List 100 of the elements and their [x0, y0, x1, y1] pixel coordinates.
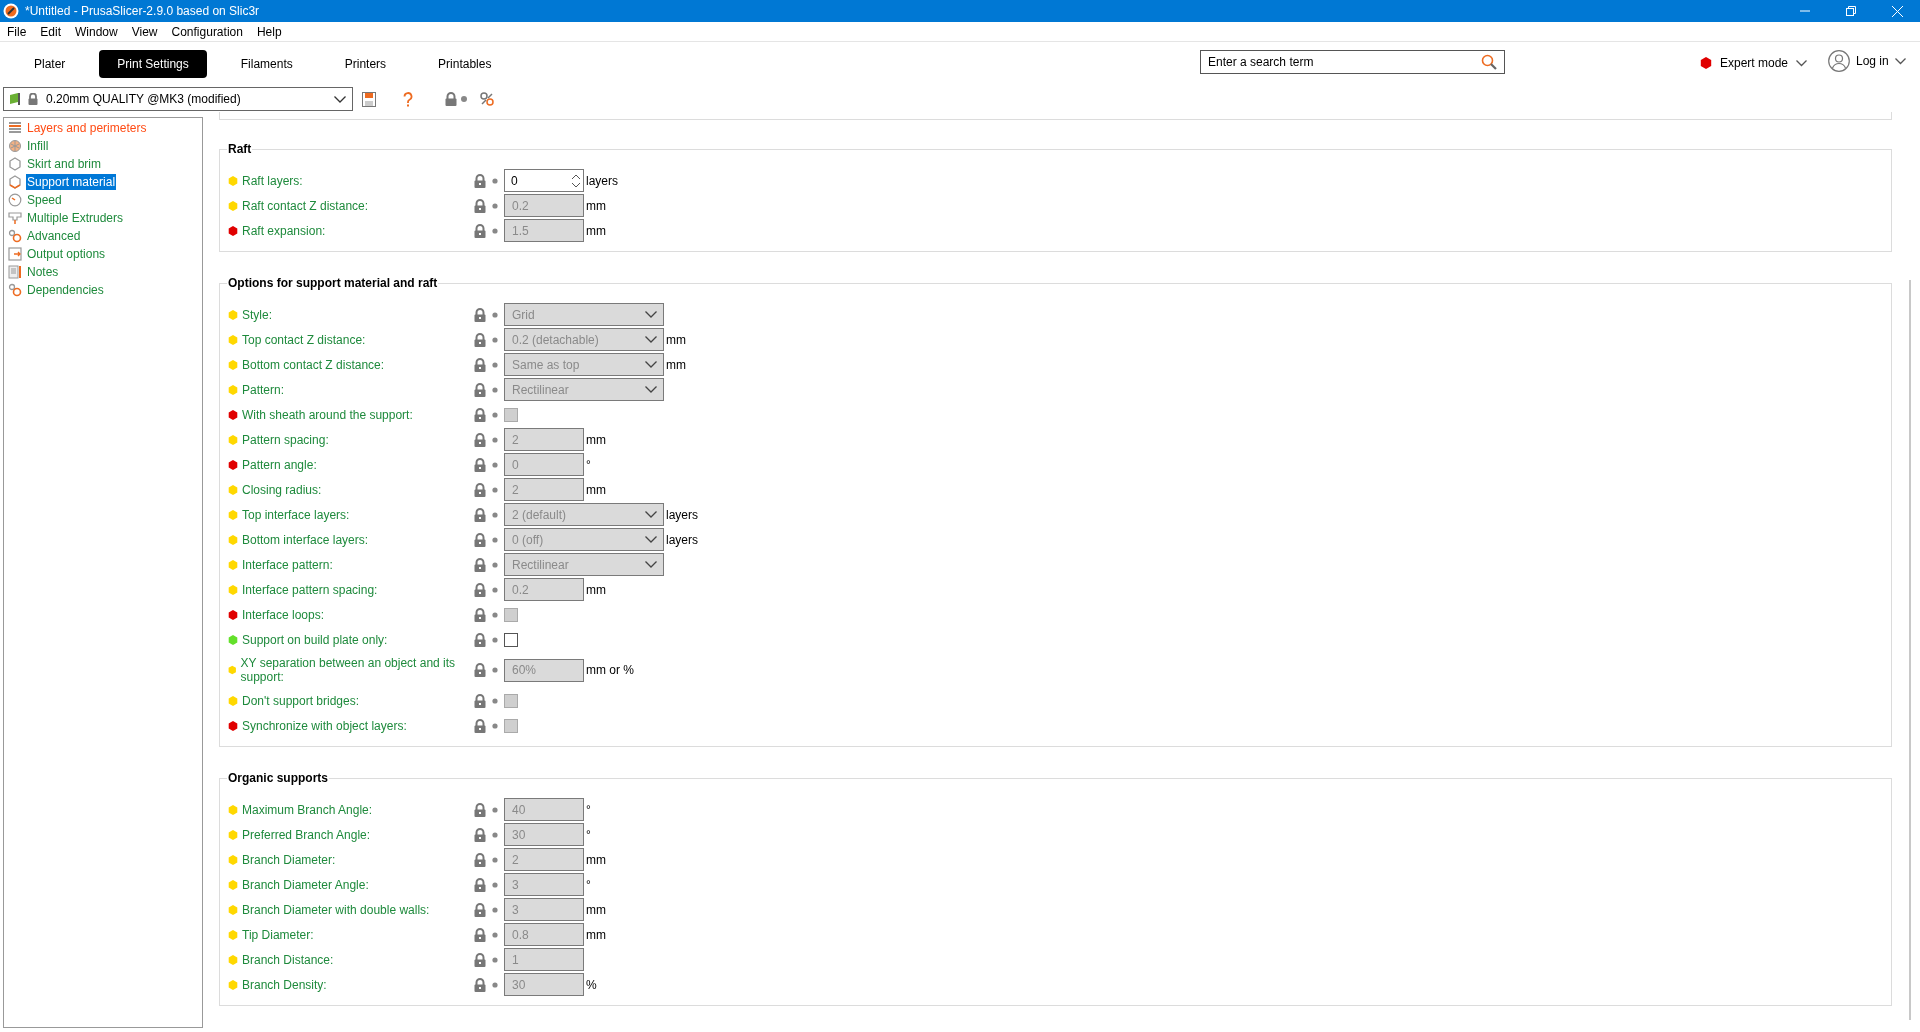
- lock-icon[interactable]: [474, 307, 486, 322]
- unit-label: layers: [666, 531, 698, 549]
- lock-icon[interactable]: [474, 482, 486, 497]
- dot-icon[interactable]: [492, 411, 498, 418]
- preset-dropdown[interactable]: 0.20mm QUALITY @MK3 (modified): [3, 87, 353, 111]
- save-icon[interactable]: [362, 91, 376, 107]
- tab[interactable]: Printables: [420, 50, 510, 78]
- sidebar-item[interactable]: Support material: [26, 174, 117, 190]
- sidebar-item[interactable]: Skirt and brim: [26, 156, 103, 172]
- spin-field[interactable]: 0: [504, 169, 584, 192]
- search-field[interactable]: Enter a search term: [1200, 50, 1505, 74]
- field-label: Top interface layers:: [242, 507, 350, 522]
- dot-icon[interactable]: [492, 667, 498, 673]
- dot-icon[interactable]: [492, 202, 498, 209]
- lock-icon[interactable]: [474, 507, 486, 522]
- lock-icon[interactable]: [474, 432, 486, 447]
- dot-icon[interactable]: [492, 697, 498, 704]
- window-title: *Untitled - PrusaSlicer-2.9.0 based on Slic3r: [25, 3, 260, 20]
- login-button[interactable]: Log in: [1828, 50, 1906, 72]
- lock-icon[interactable]: [474, 827, 486, 842]
- lock-icon[interactable]: [474, 632, 486, 647]
- lock-icon[interactable]: [474, 173, 486, 188]
- dot-icon[interactable]: [492, 486, 498, 493]
- lock-icon[interactable]: [474, 357, 486, 372]
- dot-icon[interactable]: [492, 931, 498, 938]
- dot-icon[interactable]: [492, 336, 498, 343]
- sidebar-item[interactable]: Speed: [26, 192, 63, 208]
- dot-icon[interactable]: [492, 436, 498, 443]
- dot-icon[interactable]: [492, 806, 498, 813]
- lock-icon[interactable]: [474, 718, 486, 733]
- checkbox[interactable]: [504, 632, 518, 647]
- lock-icon[interactable]: [474, 223, 486, 238]
- lock-icon[interactable]: [474, 332, 486, 347]
- menu-item[interactable]: Window: [68, 22, 125, 41]
- menu-item[interactable]: File: [0, 22, 34, 41]
- dot-icon[interactable]: [492, 906, 498, 913]
- lock-icon[interactable]: [474, 557, 486, 572]
- field-label: Pattern angle:: [242, 457, 317, 472]
- field-label: Pattern:: [242, 382, 285, 397]
- sidebar-item[interactable]: Layers and perimeters: [26, 120, 148, 136]
- field-label: Style:: [242, 307, 272, 322]
- sidebar-item[interactable]: Notes: [26, 264, 60, 280]
- lock-icon[interactable]: [474, 852, 486, 867]
- lock-icon[interactable]: [474, 198, 486, 213]
- lock-icon[interactable]: [474, 607, 486, 622]
- dot-icon[interactable]: [492, 386, 498, 393]
- dot-icon[interactable]: [492, 311, 498, 318]
- tab[interactable]: Plater: [16, 50, 84, 78]
- dot-icon[interactable]: [492, 461, 498, 468]
- lock-icon[interactable]: [474, 902, 486, 917]
- unit-label: mm: [586, 481, 606, 499]
- menu-item[interactable]: Configuration: [164, 22, 250, 41]
- dot-icon[interactable]: [492, 227, 498, 234]
- sidebar-item[interactable]: Output options: [26, 246, 107, 262]
- section-title: Organic supports: [227, 770, 329, 787]
- chevron-down-icon: [1796, 59, 1808, 67]
- sidebar-item[interactable]: Infill: [26, 138, 50, 154]
- dot-icon[interactable]: [492, 881, 498, 888]
- menu-item[interactable]: Help: [249, 22, 289, 41]
- scrollbar[interactable]: [1909, 280, 1911, 1020]
- dot-icon[interactable]: [492, 722, 498, 729]
- dot-icon[interactable]: [492, 856, 498, 863]
- menu-item[interactable]: Edit: [33, 22, 69, 41]
- lock-icon[interactable]: [474, 457, 486, 472]
- sidebar-item[interactable]: Multiple Extruders: [26, 210, 125, 226]
- output-icon: [8, 247, 22, 261]
- gauge-icon: [8, 193, 22, 207]
- lock-icon[interactable]: [474, 693, 486, 708]
- dot-icon[interactable]: [492, 611, 498, 618]
- dot-icon[interactable]: [492, 831, 498, 838]
- dot-icon[interactable]: [492, 636, 498, 643]
- question-mark-icon[interactable]: [403, 91, 413, 107]
- dot-icon[interactable]: [492, 511, 498, 518]
- lock-icon[interactable]: [474, 952, 486, 967]
- sidebar-item[interactable]: Dependencies: [26, 282, 105, 298]
- dot-icon[interactable]: [492, 536, 498, 543]
- lock-icon[interactable]: [474, 877, 486, 892]
- dot-icon[interactable]: [492, 956, 498, 963]
- lock-icon[interactable]: [474, 532, 486, 547]
- menu-item[interactable]: View: [124, 22, 165, 41]
- dot-icon[interactable]: [492, 361, 498, 368]
- tab[interactable]: Print Settings: [99, 50, 207, 78]
- dot-icon[interactable]: [492, 981, 498, 988]
- layers-icon: [8, 121, 22, 135]
- spin-arrows-icon[interactable]: [571, 172, 581, 189]
- lock-icon[interactable]: [474, 407, 486, 422]
- dot-icon[interactable]: [492, 561, 498, 568]
- tab[interactable]: Filaments: [222, 50, 311, 78]
- tab[interactable]: Printers: [326, 50, 405, 78]
- dot-icon[interactable]: [492, 177, 498, 184]
- lock-icon[interactable]: [474, 977, 486, 992]
- lock-icon[interactable]: [474, 582, 486, 597]
- dot-icon[interactable]: [492, 586, 498, 593]
- chevron-down-icon: [334, 95, 346, 103]
- lock-icon[interactable]: [474, 927, 486, 942]
- lock-icon[interactable]: [474, 382, 486, 397]
- sidebar-item[interactable]: Advanced: [26, 228, 82, 244]
- lock-icon[interactable]: [474, 802, 486, 817]
- mode-button[interactable]: Expert mode: [1700, 54, 1808, 72]
- lock-icon[interactable]: [474, 663, 486, 677]
